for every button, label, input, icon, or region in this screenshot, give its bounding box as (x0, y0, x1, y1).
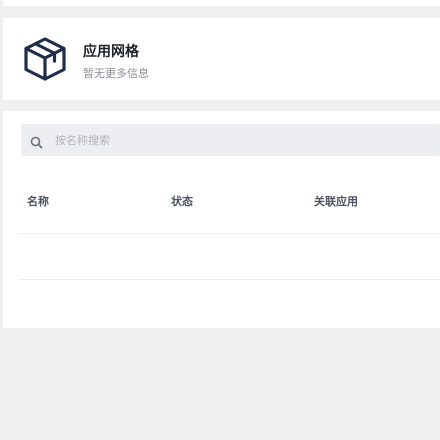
search-box[interactable] (21, 124, 440, 156)
column-header-name[interactable]: 名称 (27, 193, 49, 209)
page-title: 应用网格 (83, 44, 139, 60)
box-icon (22, 36, 68, 82)
column-header-status[interactable]: 状态 (171, 193, 193, 209)
top-card-edge (3, 0, 440, 6)
page-subtitle: 暂无更多信息 (83, 67, 149, 80)
search-icon[interactable] (30, 134, 43, 149)
column-header-related-apps[interactable]: 关联应用 (314, 193, 358, 209)
table-header-divider (18, 233, 440, 234)
table-empty-divider (18, 279, 440, 280)
list-card: 名称 状态 关联应用 (3, 111, 440, 328)
search-input[interactable] (55, 124, 435, 156)
app-header-card: 应用网格 暂无更多信息 (3, 18, 440, 100)
